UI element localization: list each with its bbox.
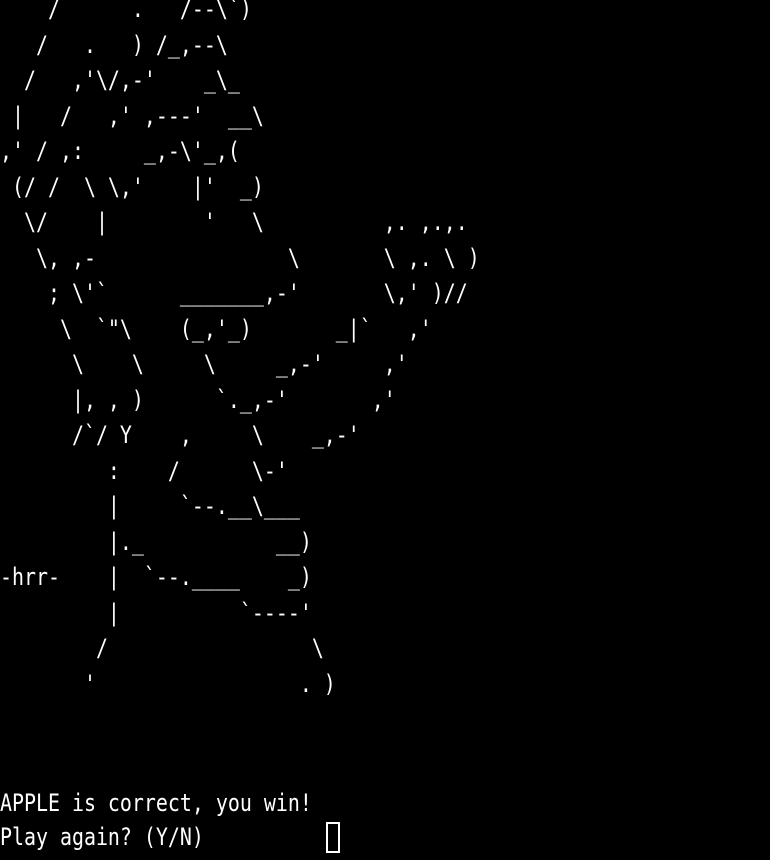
terminal-window[interactable]: / . /--\`) / . ) /_,--\ / ,'\/,-' _\_ | …	[0, 0, 770, 860]
ascii-art-figure: / . /--\`) / . ) /_,--\ / ,'\/,-' _\_ | …	[0, 0, 480, 698]
text-cursor[interactable]	[326, 822, 340, 853]
play-again-prompt: Play again? (Y/N)	[0, 823, 216, 851]
result-message: APPLE is correct, you win!	[0, 789, 312, 817]
